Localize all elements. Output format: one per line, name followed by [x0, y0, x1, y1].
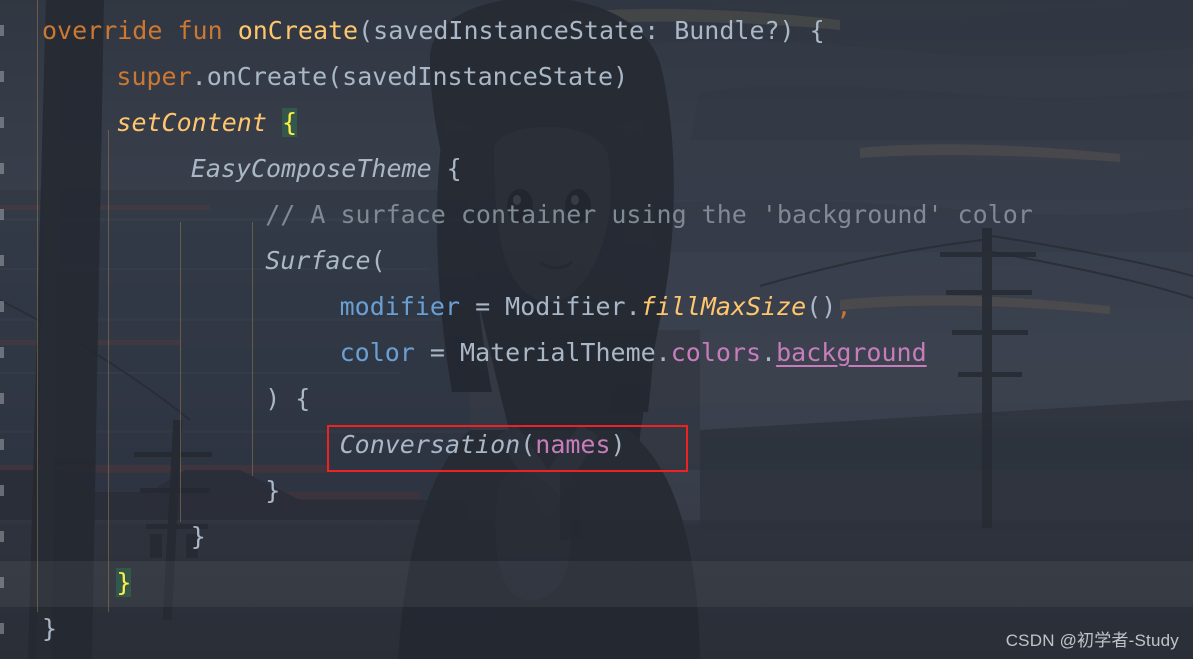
code-token: names: [535, 430, 611, 459]
code-token: (: [370, 246, 386, 275]
code-token: = MaterialTheme.: [414, 338, 671, 367]
code-line[interactable]: Surface(: [0, 238, 1193, 284]
code-token: (): [806, 292, 837, 321]
code-token: color: [339, 338, 415, 367]
code-token: fun: [177, 16, 223, 45]
code-token: onCreate: [237, 16, 359, 45]
editor-window: override fun onCreate(savedInstanceState…: [0, 0, 1193, 659]
code-line[interactable]: }: [0, 560, 1193, 606]
code-token: ): [610, 430, 626, 459]
code-token: modifier: [339, 292, 461, 321]
code-token: EasyComposeTheme: [190, 154, 432, 183]
code-line[interactable]: color = MaterialTheme.colors.background: [0, 330, 1193, 376]
code-token: .onCreate(savedInstanceState): [191, 62, 629, 91]
watermark-label: CSDN @初学者-Study: [1005, 631, 1179, 650]
code-line[interactable]: // A surface container using the 'backgr…: [0, 192, 1193, 238]
code-token: (: [520, 430, 536, 459]
code-token: {: [431, 154, 462, 183]
code-token: fillMaxSize: [640, 292, 807, 321]
code-line[interactable]: ) {: [0, 376, 1193, 422]
code-line[interactable]: override fun onCreate(savedInstanceState…: [0, 8, 1193, 54]
code-token: ,: [836, 292, 852, 321]
code-text-area[interactable]: override fun onCreate(savedInstanceState…: [0, 0, 1193, 659]
code-line[interactable]: modifier = Modifier.fillMaxSize(),: [0, 284, 1193, 330]
code-token: (savedInstanceState: Bundle?) {: [358, 16, 825, 45]
code-line[interactable]: }: [0, 468, 1193, 514]
code-line[interactable]: Conversation(names): [0, 422, 1193, 468]
code-token: }: [265, 476, 281, 505]
code-token: colors: [670, 338, 762, 367]
code-token: }: [42, 614, 58, 643]
code-token: .: [761, 338, 777, 367]
code-token: super: [116, 62, 192, 91]
code-line[interactable]: super.onCreate(savedInstanceState): [0, 54, 1193, 100]
code-token: setContent: [116, 108, 267, 137]
code-token: background: [776, 338, 927, 367]
code-token: ) {: [265, 384, 311, 413]
code-token: }: [116, 568, 132, 597]
code-token: // A surface container using the 'backgr…: [265, 200, 1033, 229]
code-token: }: [190, 522, 206, 551]
code-token: Surface: [265, 246, 371, 275]
code-token: = Modifier.: [460, 292, 641, 321]
code-line[interactable]: }: [0, 514, 1193, 560]
code-token: Conversation: [339, 430, 521, 459]
code-line[interactable]: setContent {: [0, 100, 1193, 146]
code-line[interactable]: EasyComposeTheme {: [0, 146, 1193, 192]
code-token: override: [42, 16, 163, 45]
code-token: {: [281, 108, 298, 137]
